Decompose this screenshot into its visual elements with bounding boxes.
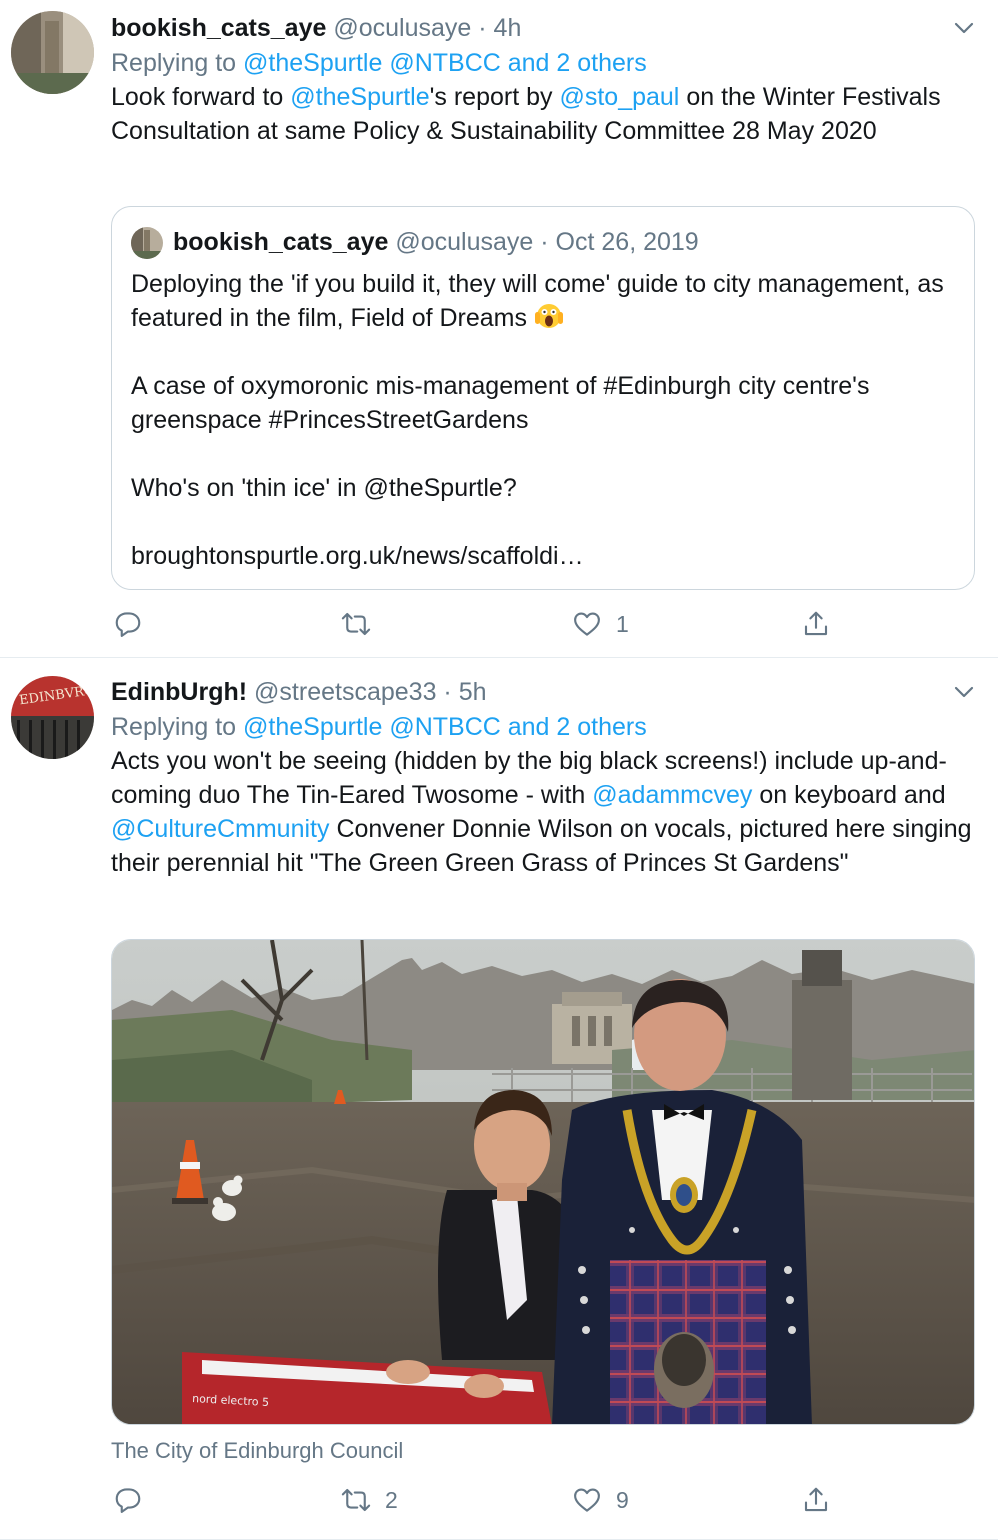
screaming-face-emoji [534,304,563,328]
like-count: 9 [616,1486,629,1513]
action-bar: 2 9 [111,1480,871,1520]
share-button[interactable] [801,604,845,644]
chevron-down-icon[interactable] [952,680,976,704]
reply-icon [115,612,141,637]
action-bar: 1 [111,604,871,644]
tweet-text-part: 's report by [429,83,553,111]
tweet-text-part: on keyboard and [759,781,946,809]
tweet[interactable]: bookish_cats_aye @oculusaye · 4h Replyin… [0,0,998,658]
separator: · [443,678,452,706]
quoted-date: Oct 26, 2019 [555,228,699,256]
like-button[interactable]: 9 [572,1480,629,1520]
reply-button[interactable] [113,1480,157,1520]
like-icon [574,612,600,636]
retweet-icon [341,1488,371,1512]
replying-prefix: Replying to [111,713,237,741]
media-caption[interactable]: The City of Edinburgh Council [111,1438,403,1464]
tweet-text: Acts you won't be seeing (hidden by the … [111,744,976,880]
quoted-line: Who's on 'thin ice' in @theSpurtle? [131,474,517,502]
quoted-display-name: bookish_cats_aye [173,228,389,256]
mention-link[interactable]: @theSpurtle [290,83,429,111]
share-icon [804,1487,828,1512]
display-name[interactable]: EdinbUrgh! [111,678,247,706]
quoted-line [131,437,954,471]
avatar[interactable]: EDINBVRG [11,676,94,759]
quoted-tweet[interactable]: bookish_cats_aye @oculusaye · Oct 26, 20… [111,206,975,590]
separator: · [478,14,487,42]
retweet-icon [341,612,371,636]
reply-button[interactable] [113,604,157,644]
mention-link[interactable]: @CultureCmmunity [111,815,329,843]
display-name[interactable]: bookish_cats_aye [111,14,326,42]
share-icon [804,611,828,636]
retweet-button[interactable] [341,604,385,644]
retweet-count: 2 [385,1486,398,1513]
quoted-line: A case of oxymoronic mis-management of #… [131,372,870,434]
tweet-photo[interactable]: nord electro 5 [111,939,975,1425]
timestamp[interactable]: 5h [459,678,487,706]
quoted-text: Deploying the 'if you build it, they wil… [131,267,954,573]
avatar[interactable] [11,11,94,94]
reply-icon [115,1488,141,1513]
mention-link[interactable]: @sto_paul [559,83,679,111]
like-icon [574,1488,600,1512]
quoted-line [131,335,954,369]
quoted-line [131,505,954,539]
separator: · [540,228,549,256]
share-button[interactable] [801,1480,845,1520]
tweet[interactable]: EDINBVRG EdinbUrgh! @streetscape33 · 5h … [0,658,998,1540]
quoted-link[interactable]: broughtonspurtle.org.uk/news/scaffoldi… [131,539,954,573]
tweet-text-part: Look forward to [111,83,284,111]
handle[interactable]: @oculusaye [333,14,471,42]
replying-links[interactable]: @theSpurtle @NTBCC and 2 others [243,713,647,741]
replying-to: Replying to @theSpurtle @NTBCC and 2 oth… [111,46,976,80]
like-count: 1 [616,610,629,637]
chevron-down-icon[interactable] [952,16,976,40]
quoted-handle: @oculusaye [395,228,534,256]
replying-to: Replying to @theSpurtle @NTBCC and 2 oth… [111,710,976,744]
retweet-button[interactable]: 2 [341,1480,398,1520]
avatar [131,227,163,259]
handle[interactable]: @streetscape33 [254,678,436,706]
mention-link[interactable]: @adammcvey [592,781,752,809]
replying-links[interactable]: @theSpurtle @NTBCC and 2 others [243,49,647,77]
tweet-text: Look forward to @theSpurtle's report by … [111,80,976,148]
replying-prefix: Replying to [111,49,237,77]
like-button[interactable]: 1 [572,604,629,644]
timestamp[interactable]: 4h [494,14,522,42]
